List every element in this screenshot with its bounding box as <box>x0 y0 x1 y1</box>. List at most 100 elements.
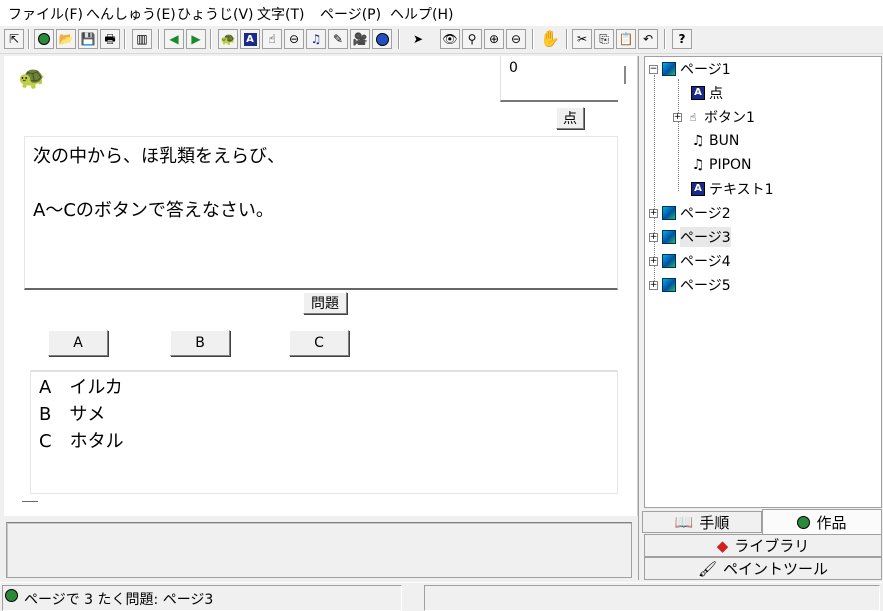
object-tree[interactable]: − ページ1 A 点 + ☝ ボタン1 ♫ BUN ♫ PIPON A テキスト… <box>644 56 882 508</box>
page-icon <box>662 230 676 244</box>
status-globe-icon <box>5 589 18 602</box>
tree-page5[interactable]: + ページ5 <box>649 273 731 297</box>
turtle-icon[interactable]: 🐢 <box>18 68 45 90</box>
tree-label: ページ4 <box>680 254 731 270</box>
next-page-icon[interactable]: ▶ <box>186 29 206 49</box>
tree-label: ページ1 <box>680 62 731 78</box>
tab-library[interactable]: ◆ ライブラリ <box>644 534 882 557</box>
menu-page[interactable]: ページ(P) <box>320 4 381 24</box>
new-work-icon[interactable] <box>34 29 54 49</box>
toolbar-separator <box>28 29 30 49</box>
expand-icon[interactable]: + <box>649 256 658 266</box>
tab-label: ペイントツール <box>723 560 829 578</box>
copy-icon[interactable]: ⎘ <box>594 29 614 49</box>
tree-label: BUN <box>709 133 740 149</box>
globe-icon[interactable] <box>372 29 392 49</box>
page-icon <box>662 278 676 292</box>
tree-sound-bun[interactable]: ♫ BUN <box>691 129 740 153</box>
choice-item: A イルカ <box>39 377 123 398</box>
status-bar: ページで 3 たく問題: ページ3 <box>0 582 883 611</box>
answer-b-button[interactable]: B <box>170 330 230 356</box>
print-icon[interactable]: 🖶 <box>100 29 120 49</box>
question-text: 次の中から、ほ乳類をえらび、 A〜Cのボタンで答えなさい。 <box>24 136 618 290</box>
page-icon <box>662 62 676 76</box>
canvas-scroll-marker <box>624 66 626 84</box>
toolbar-separator <box>566 29 568 49</box>
expand-icon[interactable]: + <box>649 232 658 242</box>
tab-procedure[interactable]: 📖 手順 <box>642 511 762 533</box>
toolbar-separator <box>664 29 666 49</box>
menu-view[interactable]: ひょうじ(V) <box>177 4 254 24</box>
canvas-dash <box>22 501 38 502</box>
question-button[interactable]: 問題 <box>303 292 347 314</box>
tree-label: PIPON <box>709 157 752 173</box>
toolbar-separator <box>210 29 212 49</box>
music-note-icon: ♫ <box>691 157 705 173</box>
tab-label: 作品 <box>816 513 847 532</box>
zoom-out-icon[interactable]: ⊖ <box>506 29 526 49</box>
page-icon <box>662 254 676 268</box>
tree-score-text[interactable]: A 点 <box>691 81 723 105</box>
menu-text[interactable]: 文字(T) <box>257 4 304 24</box>
work-canvas[interactable]: 🐢 0 点 次の中から、ほ乳類をえらび、 A〜Cのボタンで答えなさい。 問題 A… <box>4 56 638 516</box>
answer-a-button[interactable]: A <box>48 330 108 356</box>
answer-c-button[interactable]: C <box>289 330 349 356</box>
help-icon[interactable]: ? <box>672 29 692 49</box>
button-object-icon[interactable]: ☝ <box>262 29 282 49</box>
score-display: 0 <box>500 56 618 102</box>
expand-icon[interactable]: + <box>649 280 658 290</box>
choice-item: C ホタル <box>39 431 124 452</box>
text-object-icon: A <box>691 86 705 100</box>
collapse-icon[interactable]: − <box>649 64 658 74</box>
tree-label: 点 <box>709 86 723 102</box>
select-arrow-icon[interactable]: ➤ <box>408 29 428 49</box>
score-button[interactable]: 点 <box>556 107 584 129</box>
stamp-icon[interactable]: ⚲ <box>462 29 482 49</box>
panel-splitter[interactable] <box>638 56 642 580</box>
page-layout-icon[interactable]: ▥ <box>132 29 152 49</box>
tree-connector <box>678 79 679 191</box>
wand-icon[interactable]: ✎ <box>328 29 348 49</box>
tab-label: 手順 <box>699 513 730 532</box>
eye-view-icon[interactable]: 👁 <box>440 29 460 49</box>
toolbar: ⇱ 📂 💾 🖶 ▥ ◀ ▶ 🐢 A ☝ ⊖ ♫ ✎ 🎥 ➤ 👁 ⚲ ⊕ ⊖ ✋ … <box>0 26 883 54</box>
zoom-in-icon[interactable]: ⊕ <box>484 29 504 49</box>
open-folder-icon[interactable]: 📂 <box>56 29 76 49</box>
tree-page4[interactable]: + ページ4 <box>649 249 731 273</box>
toolbar-separator <box>398 29 400 49</box>
choice-item: B サメ <box>39 404 106 425</box>
turtle-icon[interactable]: 🐢 <box>218 29 238 49</box>
tree-page2[interactable]: + ページ2 <box>649 201 731 225</box>
tree-page3[interactable]: + ページ3 <box>649 225 731 249</box>
tree-page1[interactable]: − ページ1 <box>649 57 731 81</box>
tree-label: ページ5 <box>680 278 731 294</box>
save-icon[interactable]: 💾 <box>78 29 98 49</box>
paste-icon[interactable]: 📋 <box>616 29 636 49</box>
tree-label: ページ2 <box>680 206 731 222</box>
menu-edit[interactable]: へんしゅう(E) <box>86 4 176 24</box>
eye-object-icon[interactable]: ⊖ <box>284 29 304 49</box>
tab-work[interactable]: 作品 <box>762 509 882 535</box>
previous-page-icon[interactable]: ◀ <box>164 29 184 49</box>
undo-icon[interactable]: ↶ <box>638 29 658 49</box>
tab-paint-tool[interactable]: 🖌 ペイントツール <box>644 557 882 580</box>
movie-camera-icon[interactable]: 🎥 <box>350 29 370 49</box>
cut-icon[interactable]: ✂ <box>572 29 592 49</box>
tree-label: ページ3 <box>680 227 731 247</box>
status-pane-secondary <box>424 585 880 611</box>
menu-help[interactable]: ヘルプ(H) <box>390 4 453 24</box>
text-object-icon[interactable]: A <box>240 29 260 49</box>
tree-button1[interactable]: + ☝ ボタン1 <box>673 105 755 129</box>
music-note-icon[interactable]: ♫ <box>306 29 326 49</box>
pointer-mode-icon[interactable]: ⇱ <box>4 29 24 49</box>
tree-text1[interactable]: A テキスト1 <box>691 177 774 201</box>
toolbar-separator <box>124 29 126 49</box>
paint-brush-icon: 🖌 <box>697 559 718 578</box>
tree-sound-pipon[interactable]: ♫ PIPON <box>691 153 752 177</box>
menu-bar: ファイル(F) へんしゅう(E) ひょうじ(V) 文字(T) ページ(P) ヘル… <box>0 0 883 26</box>
expand-icon[interactable]: + <box>649 208 658 218</box>
menu-file[interactable]: ファイル(F) <box>8 4 83 24</box>
expand-icon[interactable]: + <box>673 112 682 122</box>
stop-hand-icon[interactable]: ✋ <box>540 29 560 49</box>
globe-icon <box>797 515 811 529</box>
